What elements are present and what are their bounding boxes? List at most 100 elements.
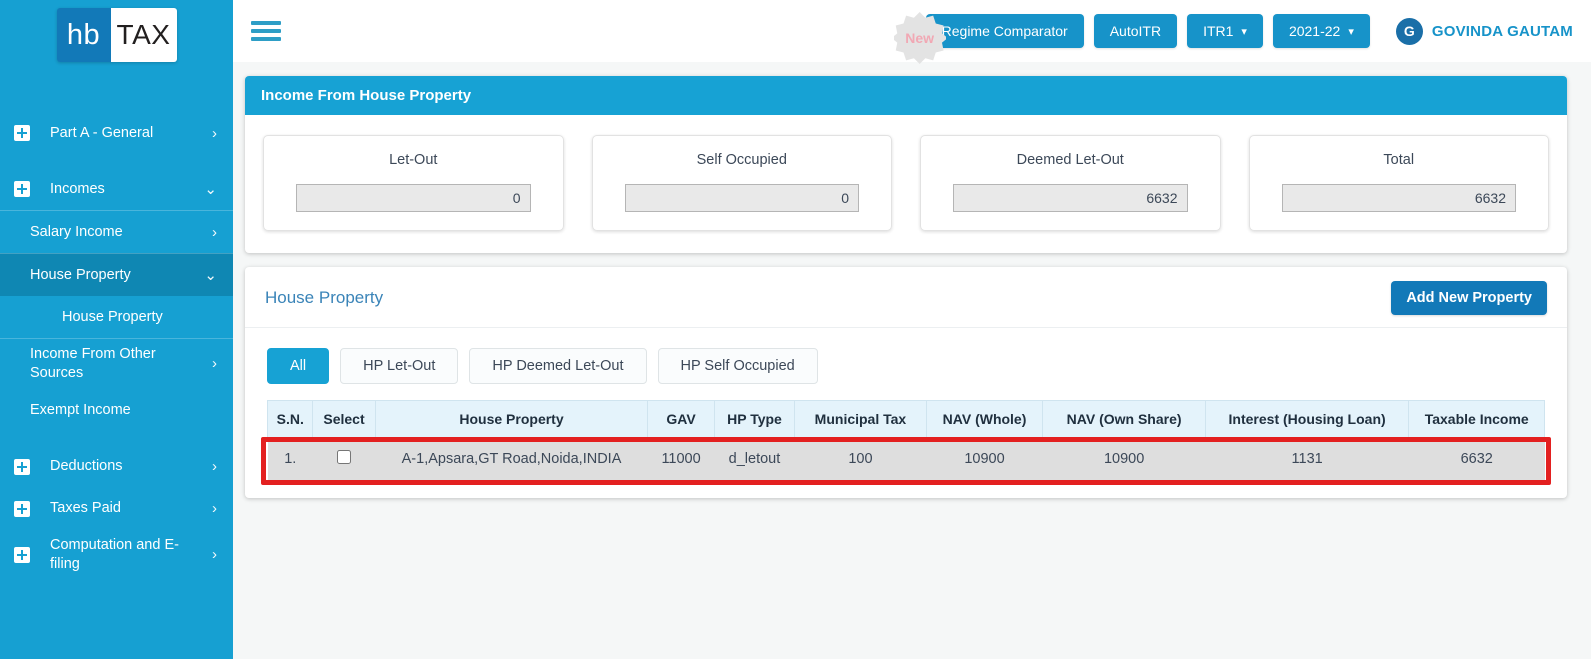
filter-tab-hp-let-out[interactable]: HP Let-Out: [340, 348, 459, 384]
summary-label: Let-Out: [389, 152, 438, 168]
sidebar-item-label: Part A - General: [50, 124, 154, 141]
cell-sn: 1.: [267, 437, 313, 480]
summary-card-total: Total: [1248, 135, 1549, 231]
deemed-let-out-value-input[interactable]: [953, 184, 1188, 212]
chevron-down-icon: ▾: [1348, 25, 1354, 38]
cell-nav-whole: 10900: [926, 437, 1043, 480]
chevron-right-icon: ›: [212, 458, 217, 476]
summary-card-let-out: Let-Out: [263, 135, 564, 231]
sidebar-item-deductions[interactable]: Deductions ›: [0, 446, 233, 488]
income-from-house-property-card: Income From House Property Let-Out Self …: [245, 76, 1567, 253]
sidebar-item-incomes[interactable]: Incomes ⌄: [0, 168, 233, 210]
column-header-taxable-income[interactable]: Taxable Income: [1408, 400, 1545, 438]
sidebar-item-label: Salary Income: [30, 223, 123, 240]
filter-tabs: All HP Let-Out HP Deemed Let-Out HP Self…: [261, 348, 1551, 384]
chevron-down-icon: ⌄: [204, 267, 217, 284]
cell-municipal-tax: 100: [794, 437, 927, 480]
summary-label: Self Occupied: [696, 152, 787, 168]
regime-comparator-wrap: New Regime Comparator: [893, 12, 1084, 64]
filter-tab-hp-deemed-let-out[interactable]: HP Deemed Let-Out: [469, 348, 647, 384]
autoitr-label: AutoITR: [1109, 23, 1162, 39]
cell-interest-housing-loan: 1131: [1205, 437, 1409, 480]
regime-comparator-label: Regime Comparator: [941, 23, 1068, 39]
let-out-value-input[interactable]: [296, 184, 531, 212]
summary-card-self-occupied: Self Occupied: [591, 135, 892, 231]
itr-form-label: ITR1: [1203, 23, 1234, 39]
filter-tab-all[interactable]: All: [267, 348, 330, 384]
main-area: New Regime Comparator AutoITR ITR1 ▾ 202…: [233, 0, 1591, 659]
row-select-checkbox[interactable]: [337, 450, 351, 464]
filter-tab-hp-self-occupied[interactable]: HP Self Occupied: [657, 348, 818, 384]
regime-comparator-button[interactable]: Regime Comparator: [925, 14, 1084, 48]
topbar-actions: New Regime Comparator AutoITR ITR1 ▾ 202…: [893, 12, 1579, 64]
avatar: G: [1395, 17, 1423, 45]
logo-tax-text: TAX: [110, 8, 177, 62]
assessment-year-dropdown[interactable]: 2021-22 ▾: [1272, 14, 1370, 48]
sidebar-item-computation-and-efiling[interactable]: Computation and E-filing ›: [0, 530, 233, 580]
self-occupied-value-input[interactable]: [624, 184, 859, 212]
column-header-nav-whole[interactable]: NAV (Whole): [925, 400, 1044, 438]
cell-taxable-income: 6632: [1408, 437, 1545, 480]
summary-card-deemed-let-out: Deemed Let-Out: [920, 135, 1221, 231]
house-property-table-zone: All HP Let-Out HP Deemed Let-Out HP Self…: [245, 328, 1567, 498]
brand-logo[interactable]: hb TAX: [0, 0, 233, 70]
chevron-down-icon: ⌄: [204, 181, 217, 198]
cell-select: [312, 437, 376, 480]
cell-hp-type: d_letout: [714, 437, 795, 480]
sidebar-item-house-property-child[interactable]: House Property: [0, 296, 233, 339]
column-header-hp-type[interactable]: HP Type: [713, 400, 796, 438]
sidebar-item-house-property[interactable]: House Property ⌄: [0, 253, 233, 296]
chevron-right-icon: ›: [212, 546, 217, 564]
sidebar-item-label: Taxes Paid: [50, 500, 121, 517]
cell-house-property: A-1,Apsara,GT Road,Noida,INDIA: [375, 437, 648, 480]
column-header-house-property[interactable]: House Property: [374, 400, 649, 438]
plus-box-icon: [14, 125, 30, 141]
column-header-sn[interactable]: S.N.: [266, 400, 314, 438]
chevron-right-icon: ›: [212, 500, 217, 518]
assessment-year-label: 2021-22: [1288, 23, 1341, 39]
total-value-input[interactable]: [1281, 184, 1516, 212]
column-header-select[interactable]: Select: [312, 400, 376, 438]
topbar: New Regime Comparator AutoITR ITR1 ▾ 202…: [233, 0, 1591, 64]
sidebar: hb TAX Part A - General › Incomes ⌄ Sala…: [0, 0, 233, 659]
itr-form-dropdown[interactable]: ITR1 ▾: [1187, 14, 1263, 48]
autoitr-button[interactable]: AutoITR: [1093, 14, 1178, 48]
column-header-municipal-tax[interactable]: Municipal Tax: [794, 400, 927, 438]
sidebar-item-part-a-general[interactable]: Part A - General ›: [0, 112, 233, 154]
column-header-nav-own-share[interactable]: NAV (Own Share): [1042, 400, 1206, 438]
sidebar-item-exempt-income[interactable]: Exempt Income: [0, 389, 233, 432]
app-root: hb TAX Part A - General › Incomes ⌄ Sala…: [0, 0, 1591, 659]
hamburger-icon[interactable]: [251, 17, 281, 45]
chevron-right-icon: ›: [212, 223, 217, 241]
page-title: House Property: [265, 288, 384, 307]
column-header-gav[interactable]: GAV: [647, 400, 715, 438]
summary-label: Total: [1383, 152, 1415, 168]
house-property-card: House Property Add New Property All HP L…: [245, 267, 1567, 498]
plus-box-icon: [14, 458, 30, 475]
chevron-right-icon: ›: [212, 355, 217, 373]
income-summary-row: Let-Out Self Occupied Deemed Let-Out Tot…: [245, 115, 1567, 253]
sidebar-item-label: Exempt Income: [30, 401, 131, 418]
cell-gav: 11000: [647, 437, 715, 480]
page-content: Income From House Property Let-Out Self …: [233, 62, 1591, 498]
sidebar-item-income-from-other-sources[interactable]: Income From Other Sources ›: [0, 339, 233, 389]
column-header-interest-housing-loan[interactable]: Interest (Housing Loan): [1204, 400, 1410, 438]
summary-label: Deemed Let-Out: [1016, 152, 1124, 168]
plus-box-icon: [14, 546, 30, 563]
table-wrapper: S.N. Select House Property GAV HP Type M…: [261, 400, 1551, 485]
table-row[interactable]: 1. A-1,Apsara,GT Road,Noida,INDIA 11000 …: [267, 437, 1545, 480]
sidebar-item-taxes-paid[interactable]: Taxes Paid ›: [0, 488, 233, 530]
house-property-header: House Property Add New Property: [245, 267, 1567, 328]
user-name: GOVINDA GAUTAM: [1431, 22, 1573, 40]
sidebar-item-label: Income From Other Sources: [30, 346, 156, 381]
user-menu[interactable]: G GOVINDA GAUTAM: [1395, 17, 1573, 45]
sidebar-item-label: Computation and E-filing: [50, 536, 179, 572]
chevron-right-icon: ›: [212, 124, 217, 142]
sidebar-item-salary-income[interactable]: Salary Income ›: [0, 210, 233, 253]
sidebar-nav: Part A - General › Incomes ⌄ Salary Inco…: [0, 112, 233, 579]
add-new-property-button[interactable]: Add New Property: [1391, 281, 1547, 315]
logo-hb-text: hb: [56, 8, 111, 62]
sidebar-item-label: Incomes: [50, 180, 105, 197]
